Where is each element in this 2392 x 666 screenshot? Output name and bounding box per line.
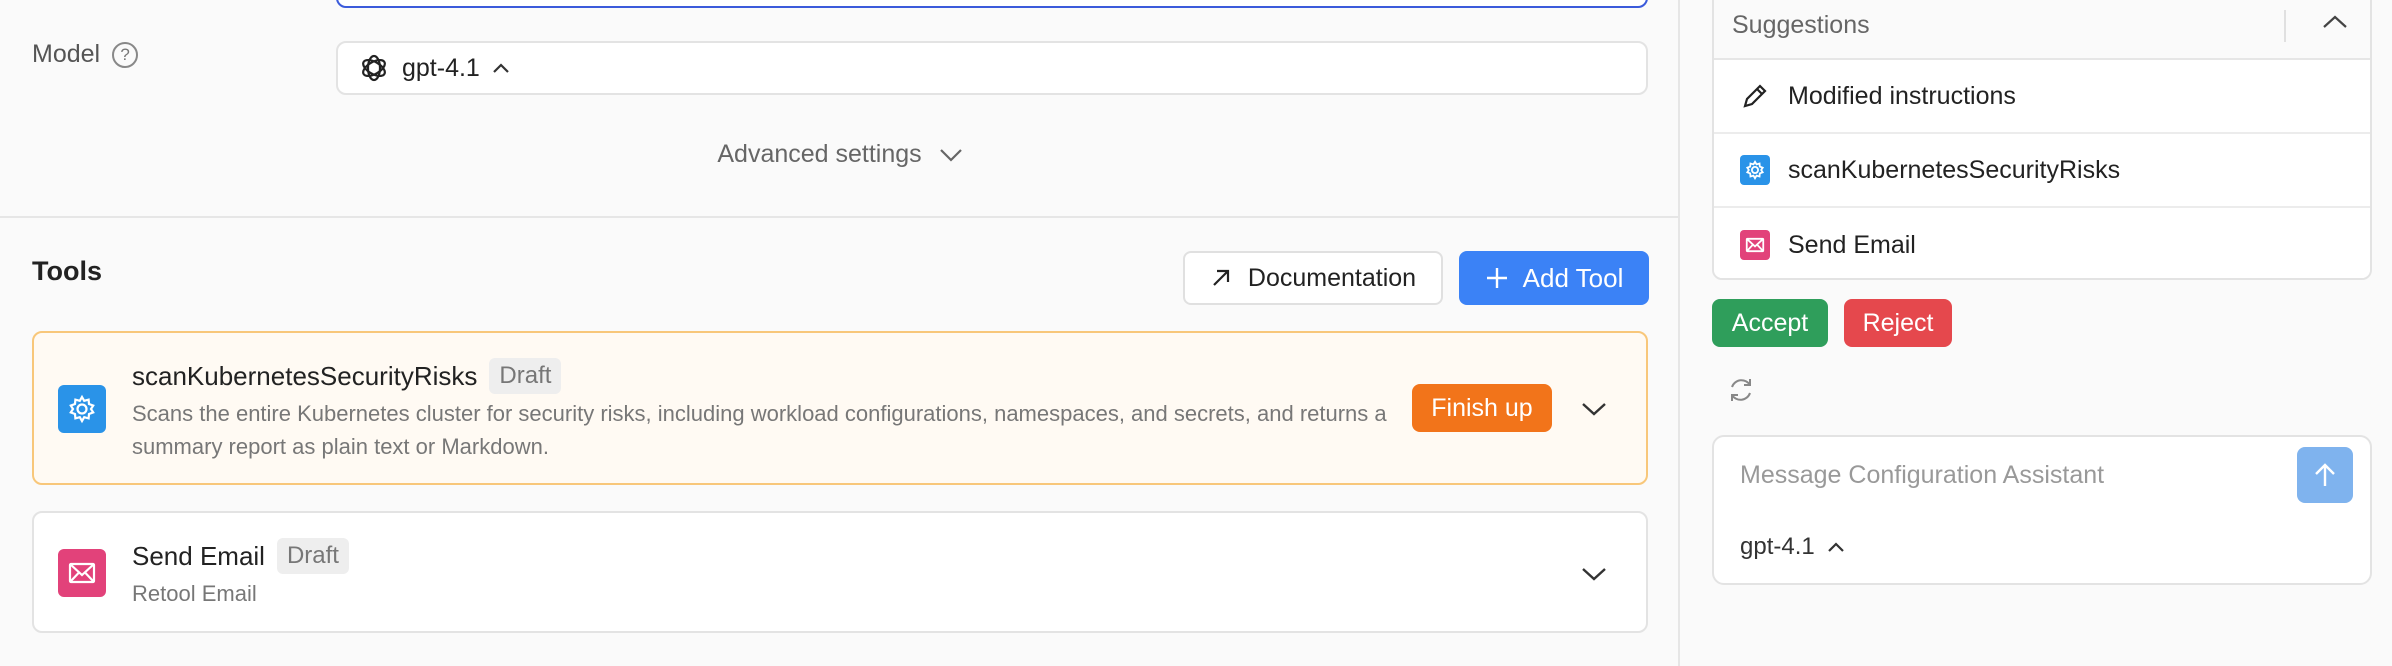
tool-description: Scans the entire Kubernetes cluster for …	[132, 401, 1387, 459]
chevron-up-icon	[493, 63, 509, 73]
message-composer: gpt-4.1	[1712, 435, 2372, 585]
suggestion-item[interactable]: scanKubernetesSecurityRisks	[1714, 134, 2370, 208]
reject-button[interactable]: Reject	[1844, 299, 1952, 347]
configuration-panel: Model ? gpt-4.1 Advanced settings Tools …	[0, 0, 1680, 666]
advanced-settings-toggle[interactable]: Advanced settings	[0, 140, 1680, 169]
tool-name: Send Email	[132, 540, 265, 571]
chevron-up-icon[interactable]	[2322, 14, 2348, 30]
suggestions-title: Suggestions	[1732, 10, 1870, 39]
documentation-button[interactable]: Documentation	[1183, 251, 1443, 305]
suggestions-box: Suggestions Modified instructions scanKu…	[1712, 0, 2372, 280]
expand-chevron-down-icon[interactable]	[1579, 559, 1609, 589]
section-divider	[0, 216, 1680, 218]
openai-logo-icon	[362, 54, 386, 82]
tools-title: Tools	[32, 256, 102, 286]
gear-icon	[1740, 155, 1770, 185]
model-label: Model ?	[32, 40, 139, 69]
advanced-settings-label: Advanced settings	[717, 140, 922, 168]
model-select[interactable]: gpt-4.1	[336, 41, 1648, 95]
refresh-icon[interactable]	[1726, 375, 1756, 405]
chevron-up-icon	[1827, 542, 1844, 552]
plus-icon	[1486, 268, 1507, 288]
pencil-icon	[1743, 84, 1767, 108]
suggestion-label: Send Email	[1788, 230, 1916, 259]
suggestion-label: Modified instructions	[1788, 81, 2016, 110]
model-select-value: gpt-4.1	[402, 53, 480, 82]
model-label-text: Model	[32, 40, 101, 68]
expand-chevron-down-icon[interactable]	[1579, 394, 1609, 424]
message-input[interactable]	[1740, 461, 2260, 490]
suggestion-item[interactable]: Modified instructions	[1714, 60, 2370, 134]
mail-icon	[58, 549, 106, 597]
arrow-up-icon	[2315, 463, 2335, 486]
external-link-icon	[1213, 269, 1230, 286]
suggestion-label: scanKubernetesSecurityRisks	[1788, 155, 2121, 184]
tool-description: Retool Email	[132, 581, 257, 606]
tool-card[interactable]: scanKubernetesSecurityRisks Draft Scans …	[32, 331, 1648, 485]
tool-card[interactable]: Send Email Draft Retool Email	[32, 511, 1648, 633]
documentation-label: Documentation	[1247, 263, 1417, 292]
finish-up-button[interactable]: Finish up	[1412, 384, 1552, 432]
gear-icon	[58, 385, 106, 433]
instructions-input-edge[interactable]	[336, 0, 1648, 8]
add-tool-label: Add Tool	[1522, 262, 1624, 293]
draft-badge: Draft	[276, 538, 349, 574]
assistant-panel: Suggestions Modified instructions scanKu…	[1682, 0, 2392, 666]
draft-badge: Draft	[489, 358, 562, 394]
tool-title: Send Email Draft	[132, 538, 349, 574]
tool-name: scanKubernetesSecurityRisks	[132, 360, 478, 391]
assistant-model-value: gpt-4.1	[1740, 533, 1815, 560]
add-tool-button[interactable]: Add Tool	[1459, 251, 1649, 305]
assistant-model-select[interactable]: gpt-4.1	[1740, 533, 1845, 561]
send-button[interactable]	[2297, 447, 2353, 503]
accept-button[interactable]: Accept	[1712, 299, 1828, 347]
help-icon[interactable]: ?	[112, 41, 139, 68]
chevron-down-icon	[939, 149, 962, 162]
suggestions-header: Suggestions	[1714, 0, 2370, 60]
mail-icon	[1740, 230, 1770, 260]
suggestion-item[interactable]: Send Email	[1714, 208, 2370, 278]
tool-title: scanKubernetesSecurityRisks Draft	[132, 358, 562, 394]
header-divider	[2284, 10, 2286, 42]
